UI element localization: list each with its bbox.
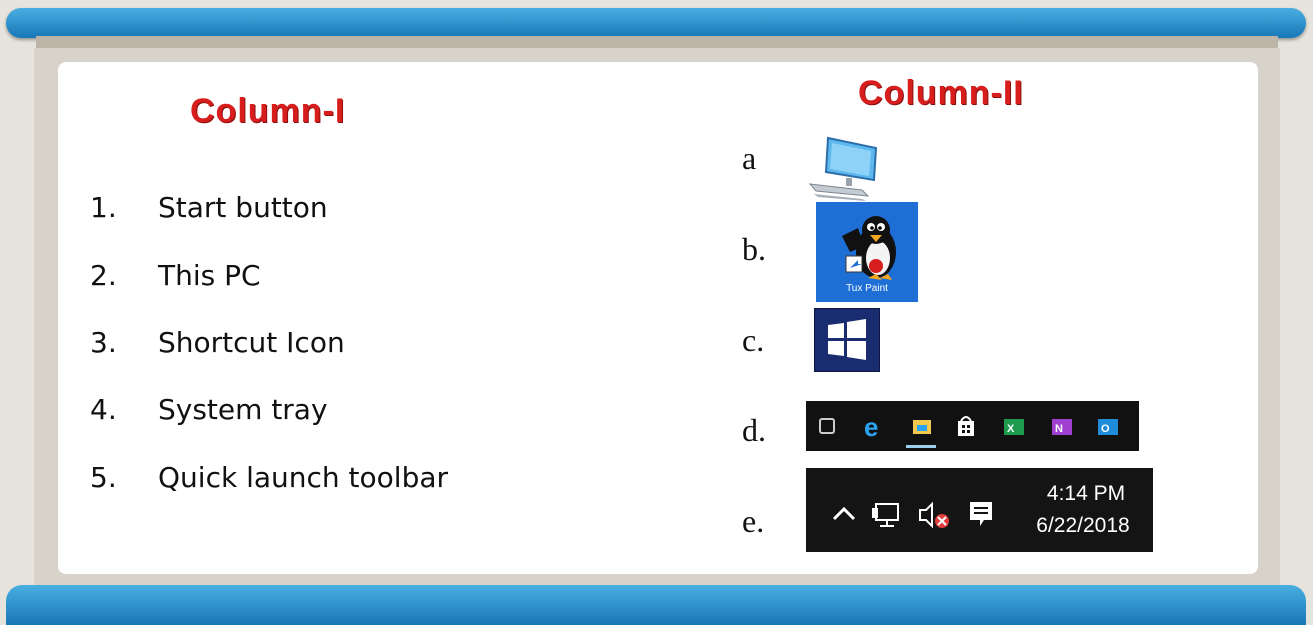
top-banner-bar	[6, 8, 1306, 38]
item-label: Start button	[158, 191, 328, 224]
excel-icon[interactable]: X	[1004, 419, 1024, 435]
option-letter-e: e.	[742, 503, 765, 539]
option-letter-d: d.	[742, 412, 766, 448]
item-number: 5.	[90, 461, 117, 494]
tray-clock-date[interactable]: 6/22/2018	[1018, 514, 1148, 538]
task-view-icon[interactable]	[819, 418, 835, 434]
item-label: This PC	[158, 259, 261, 292]
onenote-icon[interactable]: N	[1052, 419, 1072, 435]
tux-paint-shortcut-icon[interactable]: Tux Paint	[816, 202, 918, 302]
item-label: Quick launch toolbar	[158, 461, 449, 494]
column-1-item: 1. Start button	[90, 191, 328, 224]
tray-icons-strip	[832, 501, 992, 529]
svg-text:O: O	[1101, 423, 1110, 435]
windows-logo-icon	[828, 319, 866, 360]
item-number: 4.	[90, 393, 117, 426]
item-number: 1.	[90, 191, 117, 224]
system-tray-icons: 4:14 PM 6/22/2018	[806, 468, 1153, 552]
windows-start-icon[interactable]	[814, 308, 880, 372]
tux-caption: Tux Paint	[846, 283, 888, 294]
volume-muted-icon[interactable]	[919, 501, 949, 529]
column-1-title: Column-I	[190, 92, 346, 130]
quick-launch-icons: e X N O	[806, 401, 1139, 451]
store-icon[interactable]	[958, 416, 974, 436]
svg-text:N: N	[1055, 423, 1063, 435]
outlook-icon[interactable]: O	[1098, 419, 1118, 435]
option-letter-a: a	[742, 140, 757, 176]
action-center-icon[interactable]	[970, 502, 992, 526]
file-explorer-icon[interactable]	[906, 420, 936, 448]
tux-penguin-icon	[842, 216, 896, 280]
edge-browser-icon[interactable]: e	[864, 412, 878, 442]
column-1-item: 4. System tray	[90, 393, 328, 426]
option-letter-c: c.	[742, 322, 765, 358]
column-2-title: Column-II	[858, 74, 1024, 112]
chevron-up-icon[interactable]	[832, 506, 856, 521]
tray-clock-time[interactable]: 4:14 PM	[1026, 482, 1146, 506]
column-1-item: 2. This PC	[90, 259, 261, 292]
network-icon[interactable]	[872, 503, 899, 527]
option-letter-b: b.	[742, 231, 766, 267]
column-1-item: 3. Shortcut Icon	[90, 326, 345, 359]
column-1-item: 5. Quick launch toolbar	[90, 461, 448, 494]
svg-text:e: e	[864, 412, 878, 442]
item-label: Shortcut Icon	[158, 326, 345, 359]
item-number: 2.	[90, 259, 117, 292]
svg-text:X: X	[1007, 423, 1015, 435]
item-label: System tray	[158, 393, 328, 426]
this-pc-computer-icon	[808, 136, 878, 201]
quick-launch-strip: e X N O	[819, 412, 1118, 448]
bottom-banner-bar	[6, 585, 1306, 625]
item-number: 3.	[90, 326, 117, 359]
